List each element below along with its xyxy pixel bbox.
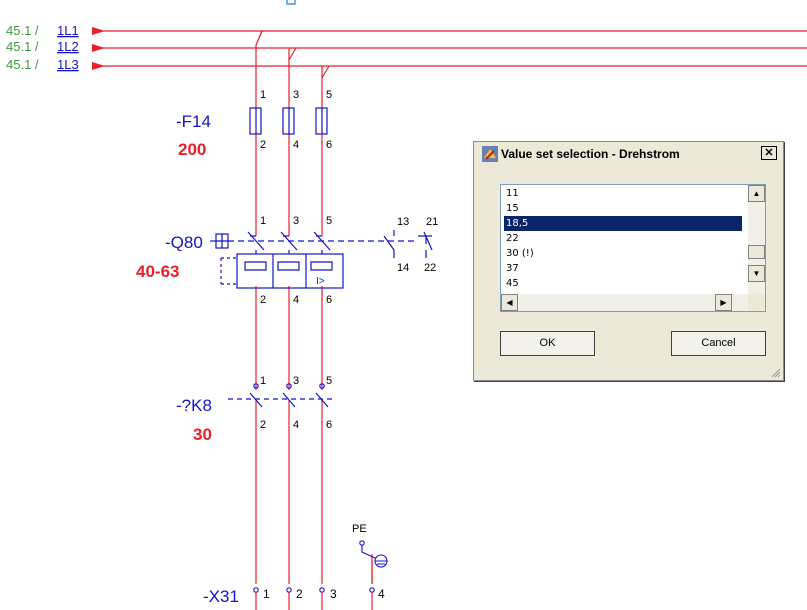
contactor-pin-2: 2: [260, 419, 266, 431]
breaker-pin-2: 2: [260, 294, 266, 306]
dialog-title: Value set selection - Drehstrom: [501, 146, 680, 161]
breaker-pin-3: 3: [293, 215, 299, 227]
horizontal-scrollbar[interactable]: ◀ ▶: [501, 294, 749, 311]
terminal-pin-1: 1: [263, 587, 270, 601]
terminal-name: -X31: [203, 587, 239, 606]
list-item[interactable]: 11: [504, 186, 742, 201]
value-listbox[interactable]: 11 15 18,5 22 30 (!) 37 45 ▲ ▼ ◀ ▶: [500, 184, 766, 312]
fuse-pin-6: 6: [326, 139, 332, 151]
value-set-dialog[interactable]: Value set selection - Drehstrom ✕ 11 15 …: [473, 141, 784, 381]
aux-pin-14: 14: [397, 262, 409, 274]
terminal-pin-4: 4: [378, 587, 385, 601]
contactor-name: -?K8: [176, 396, 212, 415]
ref-1l1: 45.1 /: [6, 23, 39, 38]
fuse-name: -F14: [176, 112, 211, 131]
fuse-pin-5: 5: [326, 89, 332, 101]
terminal-pin-3: 3: [330, 587, 337, 601]
arrow-down-icon[interactable]: ▼: [748, 265, 765, 282]
fuse-pin-3: 3: [293, 89, 299, 101]
arrow-left-icon[interactable]: ◀: [501, 294, 518, 311]
arrow-l2-icon: [92, 44, 105, 52]
scroll-corner: [748, 294, 765, 311]
breaker-pin-5: 5: [326, 215, 332, 227]
contactor-pin-5: 5: [326, 375, 332, 387]
ground-icon: [359, 540, 388, 568]
list-item[interactable]: 45: [504, 276, 742, 287]
fuse-pin-4: 4: [293, 139, 299, 151]
list-item[interactable]: 30 (!): [504, 246, 742, 261]
vertical-wires: [255, 30, 373, 584]
breaker-pin-1: 1: [260, 215, 266, 227]
list-item-selected[interactable]: 18,5: [504, 216, 742, 231]
pe-label: PE: [352, 523, 367, 535]
resize-grip-icon[interactable]: [769, 366, 781, 378]
fuse-value: 200: [178, 140, 206, 159]
contactor-pin-4: 4: [293, 419, 299, 431]
phase-1l3: 1L3: [57, 57, 79, 72]
arrow-l1-icon: [92, 27, 105, 35]
ref-1l3: 45.1 /: [6, 57, 39, 72]
app-icon: [482, 145, 498, 162]
pe-ground: PE: [352, 523, 388, 584]
fuse-pin-2: 2: [260, 139, 266, 151]
cancel-button[interactable]: Cancel: [671, 331, 766, 356]
ok-button[interactable]: OK: [500, 331, 595, 356]
arrow-right-icon[interactable]: ▶: [715, 294, 732, 311]
list-item[interactable]: 37: [504, 261, 742, 276]
aux-pin-13: 13: [397, 216, 409, 228]
fuse-f14: 1 3 5 2 4 6 -F14 200: [176, 89, 332, 159]
arrow-up-icon[interactable]: ▲: [748, 185, 765, 202]
aux-pin-22: 22: [424, 262, 436, 274]
list-item[interactable]: 15: [504, 201, 742, 216]
bus-wires: [92, 27, 807, 70]
contactor-pin-1: 1: [260, 375, 266, 387]
breaker-q80: I> 1 3 5 2 4 6 13 21 14 22 -Q80 40-63: [136, 215, 438, 306]
contactor-pin-3: 3: [293, 375, 299, 387]
overcurrent-label: I>: [316, 276, 325, 287]
ref-1l2: 45.1 /: [6, 39, 39, 54]
list-item[interactable]: 22: [504, 231, 742, 246]
dialog-titlebar[interactable]: Value set selection - Drehstrom ✕: [476, 144, 781, 163]
aux-pin-21: 21: [426, 216, 438, 228]
phase-1l1: 1L1: [57, 23, 79, 38]
breaker-pin-6: 6: [326, 294, 332, 306]
contactor-pin-6: 6: [326, 419, 332, 431]
terminal-pin-2: 2: [296, 587, 303, 601]
vertical-scrollbar[interactable]: ▲ ▼: [748, 185, 765, 296]
scroll-thumb[interactable]: [748, 245, 765, 259]
breaker-name: -Q80: [165, 233, 203, 252]
phase-1l2: 1L2: [57, 39, 79, 54]
fuse-pin-1: 1: [260, 89, 266, 101]
connector-marker: [286, 0, 296, 5]
breaker-value: 40-63: [136, 262, 179, 281]
arrow-l3-icon: [92, 62, 105, 70]
terminal-x31: -X31 1 2 3 4: [203, 587, 385, 610]
contactor-value: 30: [193, 425, 212, 444]
close-icon[interactable]: ✕: [761, 146, 777, 160]
breaker-pin-4: 4: [293, 294, 299, 306]
incoming-references: 45.1 / 45.1 / 45.1 / 1L1 1L2 1L3: [6, 23, 79, 72]
